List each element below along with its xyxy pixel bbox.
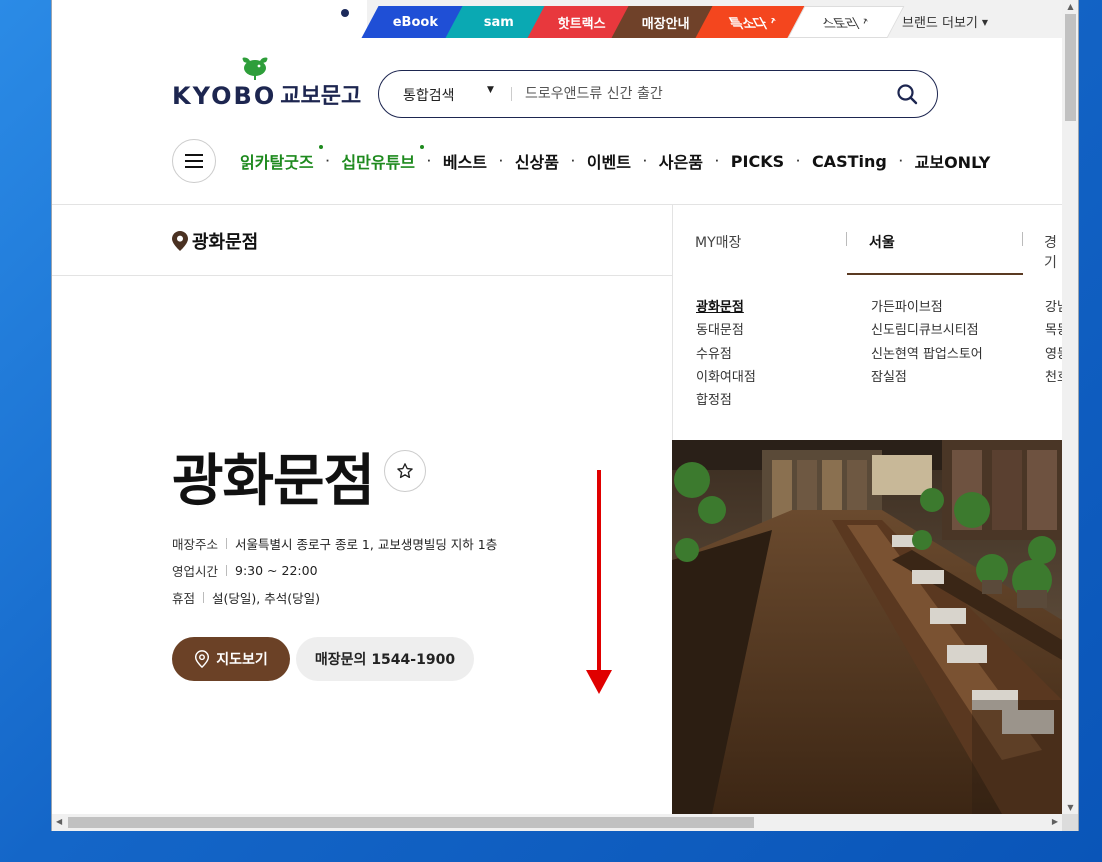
- region-tabs: MY매장 서울 경기: [672, 205, 1062, 275]
- brand-indicator-dot: [341, 9, 349, 17]
- favorite-button[interactable]: [384, 450, 426, 492]
- scrollbar-corner: [1062, 814, 1078, 831]
- brand-tab-story[interactable]: 스토리↗: [787, 6, 905, 38]
- store-call-button[interactable]: 매장문의 1544-1900: [296, 637, 474, 681]
- hours-value: 9:30 ~ 22:00: [235, 563, 318, 578]
- kyobo-logo[interactable]: KYOBO 교보문고: [172, 57, 362, 110]
- closed-label: 휴점: [172, 591, 196, 606]
- logo-english-text: KYOBO: [172, 82, 277, 110]
- active-tab-indicator: [847, 273, 1023, 275]
- closed-value: 설(당일), 추석(당일): [212, 591, 320, 606]
- hamburger-icon: [185, 154, 203, 168]
- browser-window: eBook sam 핫트랙스 매장안내 특소다↗ 스토리↗ 브랜드 더보기 ▼ K…: [51, 0, 1079, 831]
- store-link[interactable]: 이화여대점: [696, 366, 756, 389]
- logo-korean-text: 교보문고: [280, 84, 362, 109]
- address-label: 매장주소: [172, 537, 219, 552]
- store-hours-row: 영업시간 9:30 ~ 22:00: [172, 561, 318, 580]
- store-list-column: 광화문점 동대문점 수유점 이화여대점 합정점: [696, 296, 756, 412]
- nav-item-ikatal-goods[interactable]: 읽카탈굿즈: [240, 145, 323, 173]
- nav-item-casting[interactable]: CASTing: [812, 152, 887, 171]
- store-link[interactable]: 가든파이브점: [871, 296, 983, 319]
- new-dot-indicator: [420, 145, 425, 149]
- search-input[interactable]: [525, 79, 885, 109]
- store-link[interactable]: 수유점: [696, 343, 756, 366]
- external-link-icon: ↗: [767, 16, 781, 27]
- bird-logo-icon: [242, 57, 268, 80]
- caret-down-icon[interactable]: ▼: [487, 85, 494, 95]
- page-viewport: eBook sam 핫트랙스 매장안내 특소다↗ 스토리↗ 브랜드 더보기 ▼ K…: [52, 0, 1062, 814]
- scroll-up-arrow-icon[interactable]: ▲: [1066, 2, 1075, 11]
- new-dot-indicator: [318, 145, 323, 149]
- nav-item-youtube[interactable]: 십만유튜브: [341, 145, 425, 173]
- search-bar: 통합검색 ▼: [378, 70, 938, 118]
- nav-item-kyobo-only[interactable]: 교보ONLY: [915, 149, 991, 173]
- map-pin-icon: [195, 650, 210, 668]
- store-title: 광화문점: [172, 449, 375, 514]
- store-link[interactable]: 신도림디큐브시티점: [871, 319, 983, 342]
- search-category-select[interactable]: 통합검색: [403, 85, 455, 105]
- tab-seoul[interactable]: 서울: [869, 232, 895, 252]
- map-button[interactable]: 지도보기: [172, 637, 290, 681]
- star-icon: [397, 463, 413, 479]
- store-interior-photo: [672, 440, 1062, 814]
- store-link[interactable]: 신논현역 팝업스토어: [871, 343, 983, 366]
- brand-bar: eBook sam 핫트랙스 매장안내 특소다↗ 스토리↗ 브랜드 더보기 ▼: [52, 0, 1062, 38]
- store-link[interactable]: 잠실점: [871, 366, 983, 389]
- store-link[interactable]: 합정점: [696, 389, 756, 412]
- tab-gyeonggi[interactable]: 경기: [1044, 232, 1062, 272]
- store-closed-row: 휴점 설(당일), 추석(당일): [172, 588, 320, 607]
- store-link[interactable]: 강남점: [1045, 296, 1062, 319]
- store-list-column: 가든파이브점 신도림디큐브시티점 신논현역 팝업스토어 잠실점: [871, 296, 983, 389]
- brand-more-dropdown[interactable]: 브랜드 더보기 ▼: [902, 12, 988, 31]
- store-link-gwanghwamun[interactable]: 광화문점: [696, 296, 756, 319]
- scrollbar-thumb[interactable]: [1065, 14, 1076, 121]
- scroll-down-arrow-annotation: [586, 470, 612, 694]
- vertical-scrollbar[interactable]: ▲ ▼: [1062, 0, 1078, 814]
- nav-item-gift[interactable]: 사은품: [659, 149, 703, 173]
- divider: [52, 275, 672, 276]
- hours-label: 영업시간: [172, 564, 219, 579]
- nav-item-best[interactable]: 베스트: [443, 149, 487, 173]
- store-link[interactable]: 목동점: [1045, 319, 1062, 342]
- store-link[interactable]: 영등포점: [1045, 343, 1062, 366]
- tab-my-store[interactable]: MY매장: [695, 232, 741, 252]
- store-link[interactable]: 천호점: [1045, 366, 1062, 389]
- current-store-location[interactable]: 광화문점: [172, 228, 258, 254]
- nav-item-event[interactable]: 이벤트: [587, 149, 631, 173]
- store-list-column: 강남점 목동점 영등포점 천호점: [1045, 296, 1062, 389]
- scroll-right-arrow-icon[interactable]: ▶: [1052, 817, 1058, 826]
- horizontal-scrollbar[interactable]: ◀ ▶: [52, 814, 1062, 831]
- external-link-icon: ↗: [859, 16, 873, 27]
- scroll-left-arrow-icon[interactable]: ◀: [56, 817, 62, 826]
- scrollbar-thumb[interactable]: [68, 817, 754, 828]
- store-link[interactable]: 동대문점: [696, 319, 756, 342]
- scroll-down-arrow-icon[interactable]: ▼: [1066, 803, 1075, 812]
- search-icon[interactable]: [895, 82, 919, 106]
- location-pin-icon: [172, 231, 188, 251]
- main-navigation: 읽카탈굿즈 · 십만유튜브 · 베스트 · 신상품 · 이벤트 · 사은품 · …: [240, 145, 991, 173]
- caret-down-icon: ▼: [981, 18, 989, 27]
- address-value: 서울특별시 종로구 종로 1, 교보생명빌딩 지하 1층: [235, 537, 498, 552]
- store-address-row: 매장주소 서울특별시 종로구 종로 1, 교보생명빌딩 지하 1층: [172, 534, 497, 553]
- hamburger-menu-button[interactable]: [172, 139, 216, 183]
- nav-item-new[interactable]: 신상품: [515, 149, 559, 173]
- nav-item-picks[interactable]: PICKS: [731, 152, 784, 171]
